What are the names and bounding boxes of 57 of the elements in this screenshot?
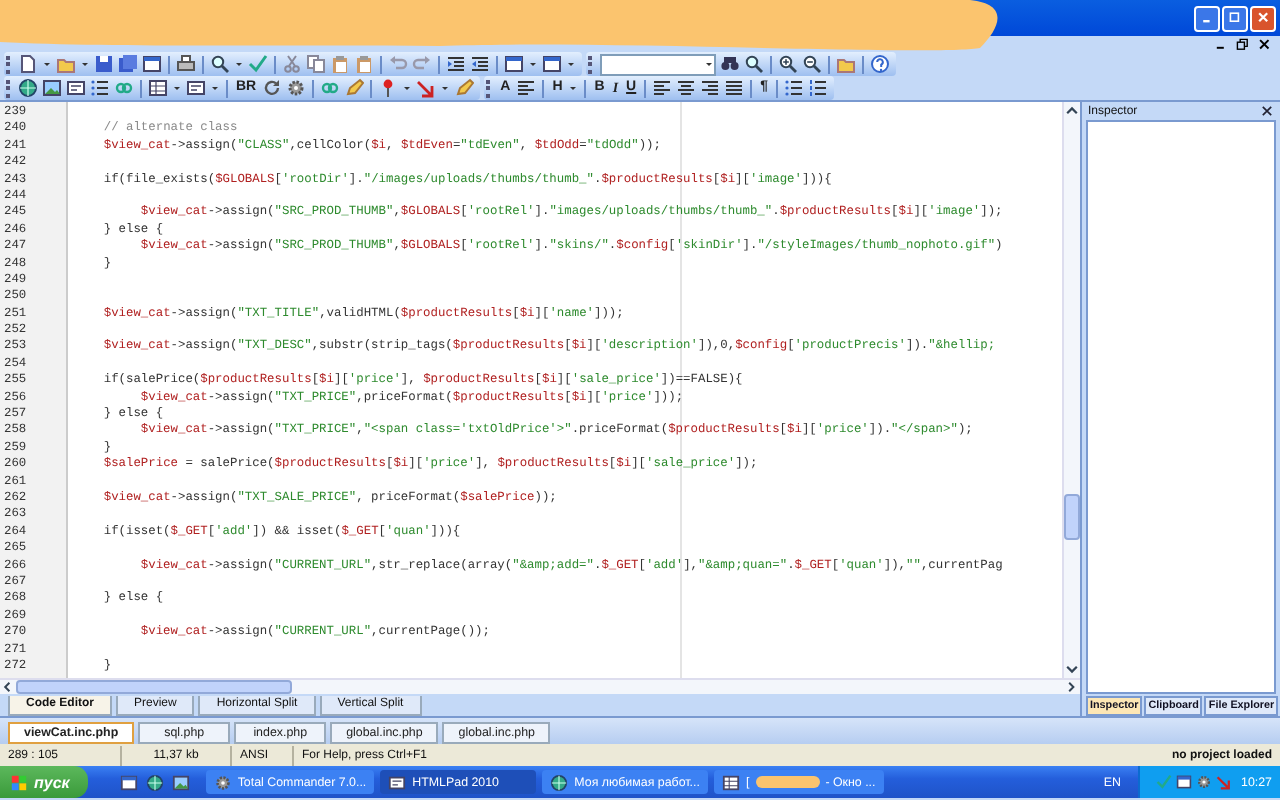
text-lines-icon[interactable]: [516, 78, 537, 98]
close-icon[interactable]: [1258, 37, 1272, 51]
checkmark-icon[interactable]: [248, 54, 268, 74]
binoculars-icon[interactable]: [720, 54, 740, 74]
redaction-mark: [755, 776, 820, 788]
maximize-button[interactable]: [1222, 5, 1248, 31]
scroll-down-icon[interactable]: [1064, 662, 1080, 678]
copy-icon[interactable]: [306, 54, 326, 74]
close-icon[interactable]: [1260, 104, 1274, 118]
save-all-icon[interactable]: [118, 54, 138, 74]
vertical-scrollbar[interactable]: [1062, 102, 1080, 678]
numbered-list-icon[interactable]: [808, 78, 829, 98]
arrow-icon[interactable]: [416, 78, 437, 98]
window-icon[interactable]: [504, 54, 524, 74]
windows-logo-icon: [10, 773, 28, 791]
app-icon[interactable]: [213, 773, 232, 791]
close-icon: [1255, 10, 1271, 26]
zoom-in-icon[interactable]: [778, 54, 798, 74]
window-icon[interactable]: [542, 54, 562, 74]
align-left-icon[interactable]: [652, 78, 673, 98]
justify-icon[interactable]: [724, 78, 745, 98]
minimize-button[interactable]: [1194, 5, 1220, 31]
gear-icon[interactable]: [286, 78, 307, 98]
app-icon[interactable]: [721, 773, 740, 791]
horizontal-scrollbar[interactable]: [0, 678, 1080, 694]
search-icon[interactable]: [210, 54, 230, 74]
image-icon[interactable]: [42, 78, 62, 98]
maximize-icon: [1227, 10, 1243, 26]
paste-icon[interactable]: [330, 54, 350, 74]
scrollbar-thumb[interactable]: [16, 680, 293, 694]
outdent-icon[interactable]: [470, 54, 490, 74]
refresh-icon[interactable]: [262, 78, 283, 98]
paste-icon[interactable]: [354, 54, 374, 74]
close-button[interactable]: [1250, 5, 1276, 31]
table-icon[interactable]: [148, 78, 168, 98]
app-icon[interactable]: [388, 773, 407, 791]
code-editor[interactable]: [0, 102, 1080, 678]
form-icon[interactable]: [186, 78, 206, 98]
scroll-up-icon[interactable]: [1064, 102, 1080, 118]
window-icon[interactable]: [142, 54, 162, 74]
save-icon[interactable]: [94, 54, 114, 74]
bulleted-list-icon[interactable]: [784, 78, 805, 98]
scroll-left-icon[interactable]: [0, 680, 16, 694]
align-right-icon[interactable]: [700, 78, 721, 98]
help-icon[interactable]: [870, 54, 890, 74]
print-icon[interactable]: [176, 54, 196, 74]
align-center-icon[interactable]: [676, 78, 697, 98]
restore-icon[interactable]: [1236, 37, 1250, 51]
indent-icon[interactable]: [446, 54, 466, 74]
scroll-right-icon[interactable]: [1064, 680, 1080, 694]
zoom-out-icon[interactable]: [802, 54, 822, 74]
app-icon[interactable]: [550, 773, 569, 791]
scrollbar-thumb[interactable]: [1064, 493, 1080, 541]
cut-icon[interactable]: [282, 54, 302, 74]
globe-icon[interactable]: [18, 78, 38, 98]
form-icon[interactable]: [66, 78, 86, 98]
list-icon[interactable]: [90, 78, 110, 98]
